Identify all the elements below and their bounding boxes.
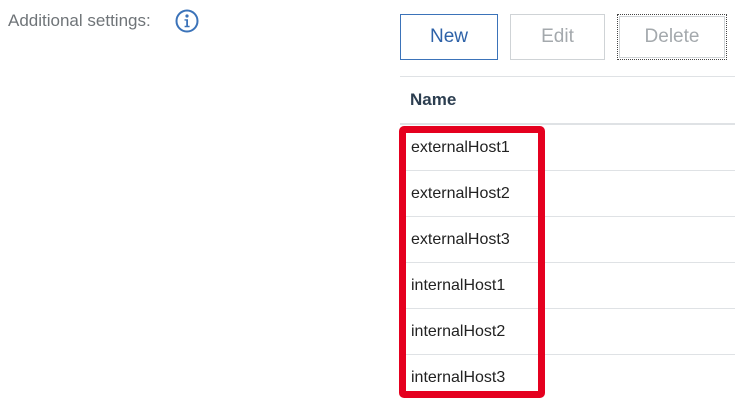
table-row[interactable]: internalHost1 [400, 263, 735, 309]
table-row[interactable]: externalHost3 [400, 217, 735, 263]
table-row[interactable]: externalHost1 [400, 125, 735, 171]
table-row[interactable]: internalHost2 [400, 309, 735, 355]
additional-settings-panel: Additional settings: New Edit Delete Nam… [0, 0, 735, 398]
new-button[interactable]: New [400, 14, 498, 60]
delete-button[interactable]: Delete [617, 14, 727, 60]
additional-settings-label: Additional settings: [8, 11, 151, 30]
table-row[interactable]: externalHost2 [400, 171, 735, 217]
table-row[interactable]: internalHost3 [400, 355, 735, 398]
edit-button[interactable]: Edit [510, 14, 605, 60]
hosts-table: Name externalHost1 externalHost2 externa… [400, 76, 735, 398]
info-icon[interactable] [175, 9, 199, 33]
column-header-name[interactable]: Name [400, 77, 735, 125]
